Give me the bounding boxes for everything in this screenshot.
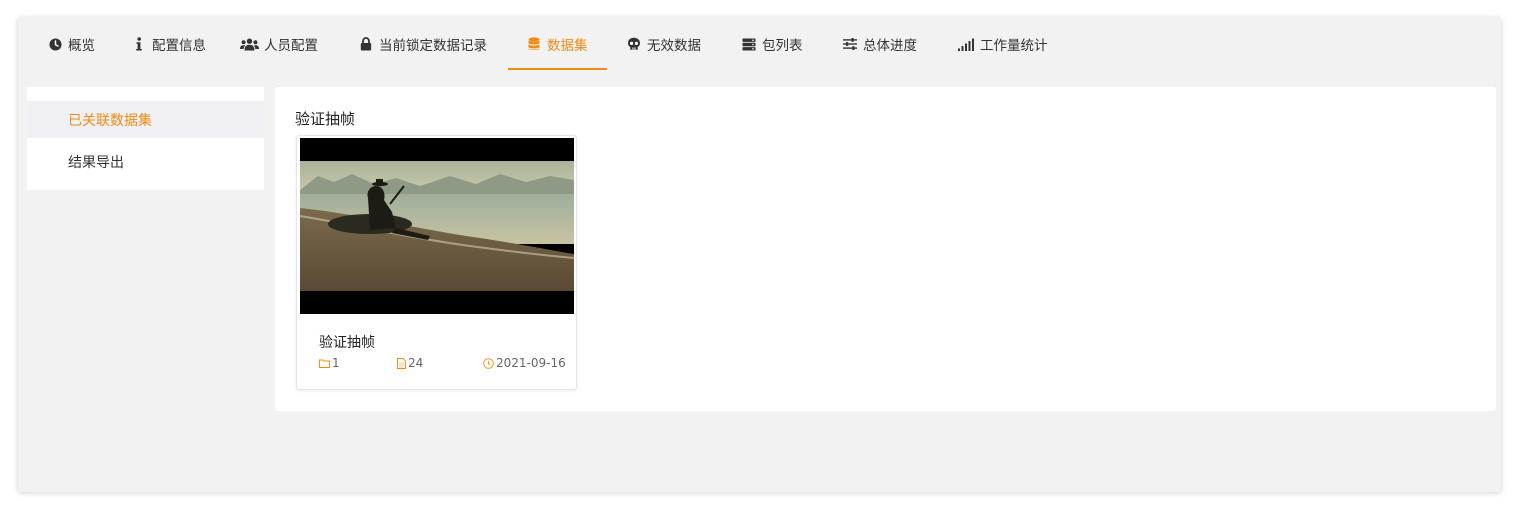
tab-overall-progress[interactable]: 总体进度	[842, 17, 917, 71]
tab-label: 包列表	[762, 38, 803, 54]
info-icon	[131, 36, 147, 52]
server-icon	[741, 36, 757, 52]
sidebar-item-label: 结果导出	[68, 154, 124, 171]
tab-label: 数据集	[547, 38, 588, 54]
folder-icon	[319, 359, 330, 368]
dataset-card[interactable]: 验证抽帧 1 24 2021-09-16	[296, 135, 577, 390]
clock-icon	[483, 357, 494, 369]
tab-locked-records[interactable]: 当前锁定数据记录	[358, 17, 487, 71]
tab-personnel[interactable]: 人员配置	[239, 17, 318, 71]
active-tab-indicator	[508, 68, 607, 70]
tab-bar: 概览 配置信息 人员配置 当前锁定数据记录 数据集 无效数据 包列表 总体进度 …	[18, 17, 1501, 71]
tab-workload-stats[interactable]: 工作量统计	[957, 17, 1048, 71]
main-content: 验证抽帧 验证抽帧 1 24 2021-09-16	[275, 87, 1496, 411]
tab-overview[interactable]: 概览	[47, 17, 95, 71]
tab-package-list[interactable]: 包列表	[741, 17, 803, 71]
tab-config-info[interactable]: 配置信息	[131, 17, 206, 71]
tab-label: 人员配置	[264, 38, 318, 54]
tab-label: 工作量统计	[980, 38, 1048, 54]
folder-count: 1	[319, 356, 340, 370]
users-icon	[239, 36, 259, 52]
sliders-icon	[842, 36, 858, 52]
tab-label: 无效数据	[647, 38, 701, 54]
app-window: 概览 配置信息 人员配置 当前锁定数据记录 数据集 无效数据 包列表 总体进度 …	[18, 17, 1501, 492]
lock-icon	[358, 36, 374, 52]
clock-icon	[47, 36, 63, 52]
dataset-card-title: 验证抽帧	[319, 335, 375, 351]
sidebar-item-label: 已关联数据集	[68, 112, 152, 129]
dataset-thumbnail	[300, 138, 574, 314]
folder-count-value: 1	[332, 356, 340, 370]
tab-invalid-data[interactable]: 无效数据	[626, 17, 701, 71]
sidebar: 已关联数据集 结果导出	[27, 87, 264, 190]
database-icon	[526, 36, 542, 52]
section-title: 验证抽帧	[295, 110, 356, 128]
tab-label: 当前锁定数据记录	[379, 38, 487, 54]
sidebar-item-result-export[interactable]: 结果导出	[27, 143, 264, 180]
skull-icon	[626, 36, 642, 52]
tab-label: 配置信息	[152, 38, 206, 54]
file-count: 24	[397, 356, 423, 370]
tab-label: 概览	[68, 38, 95, 54]
file-icon	[397, 357, 406, 369]
tab-label: 总体进度	[863, 38, 917, 54]
created-date: 2021-09-16	[483, 356, 566, 370]
file-count-value: 24	[408, 356, 424, 370]
sidebar-item-linked-datasets[interactable]: 已关联数据集	[27, 101, 264, 138]
signal-bars-icon	[957, 36, 975, 52]
tab-datasets[interactable]: 数据集	[526, 17, 588, 71]
created-date-value: 2021-09-16	[496, 356, 566, 370]
